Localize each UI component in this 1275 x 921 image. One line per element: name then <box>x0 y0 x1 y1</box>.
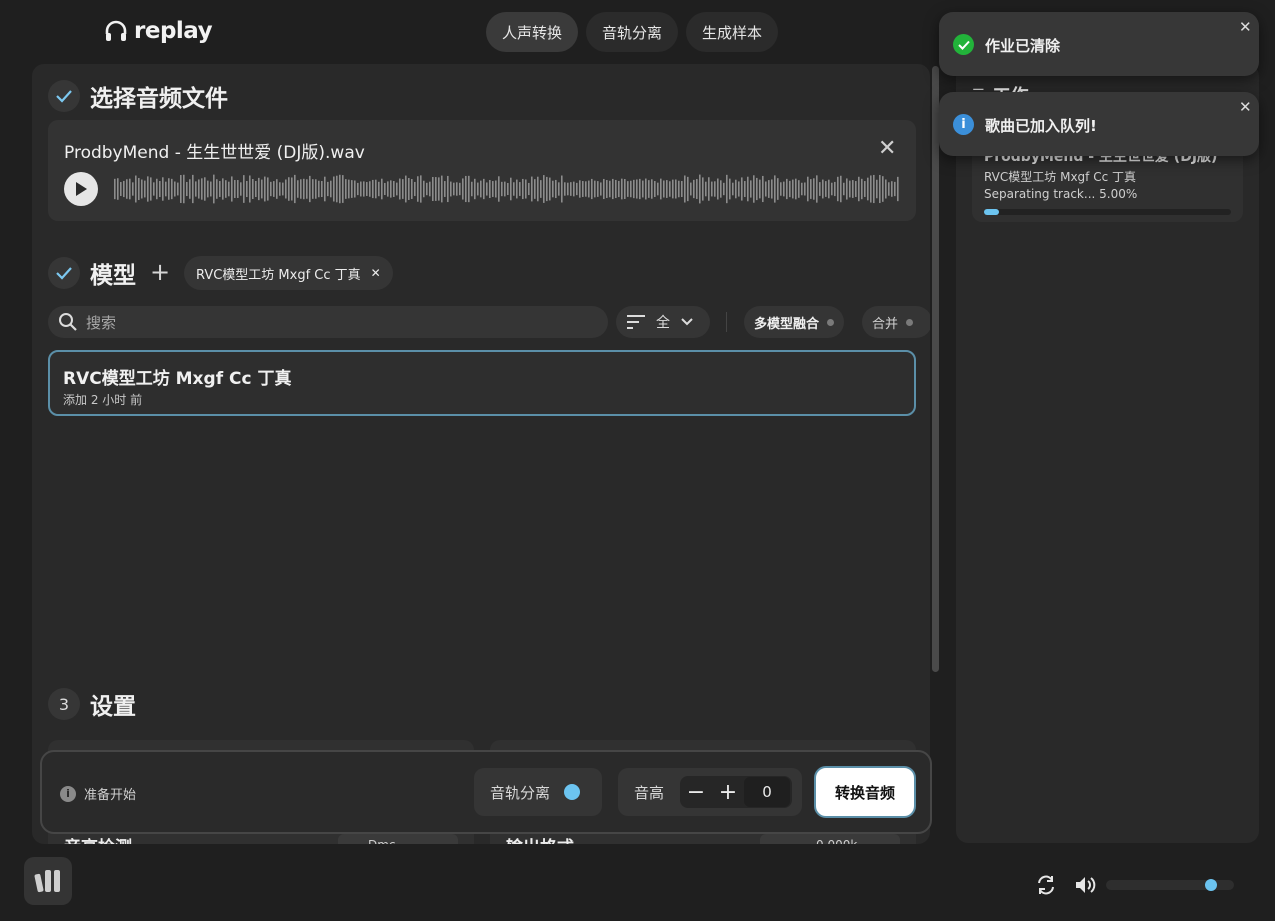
audio-waveform[interactable] <box>114 172 900 206</box>
jobs-panel: ☰ 工作 ProdbyMend - 生生世世爱 (DJ版) RVC模型工坊 Mx… <box>956 64 1259 843</box>
output-format-title: 输出格式 <box>506 833 574 844</box>
toast-info: i 歌曲已加入队列! ✕ <box>939 92 1259 156</box>
job-model: RVC模型工坊 Mxgf Cc 丁真 <box>984 170 1136 184</box>
blend-models-toggle[interactable]: 多模型融合 <box>744 306 845 338</box>
audio-file-card: ProdbyMend - 生生世世爱 (DJ版).wav ✕ <box>48 120 916 221</box>
selected-model-chip: RVC模型工坊 Mxgf Cc 丁真 ✕ <box>184 256 393 290</box>
pitch-increase-button[interactable]: + <box>712 780 744 805</box>
toast-success-text: 作业已清除 <box>985 37 1061 55</box>
pitch-stepper: − + 0 <box>680 776 793 808</box>
stem-toggle-label: 音轨分离 <box>490 783 551 802</box>
output-format-select[interactable]: 0.000k <box>760 834 900 844</box>
add-model-plus-icon[interactable]: + <box>150 258 170 286</box>
blend-label: 多模型融合 <box>754 316 820 332</box>
play-icon <box>76 182 87 196</box>
model-item-added: 添加 2 小时 前 <box>63 393 143 407</box>
settings-header: 3 设置 <box>48 687 136 721</box>
pitch-detection-select[interactable]: Dmc.. <box>338 834 458 844</box>
job-progress-fill <box>984 209 999 215</box>
toast-close-icon[interactable]: ✕ <box>1239 18 1252 36</box>
tab-voice-conversion[interactable]: 人声转换 <box>486 12 579 52</box>
merge-toggle[interactable]: 合并 <box>862 306 930 338</box>
check-icon <box>48 257 80 289</box>
action-bar: i 准备开始 音轨分离 音高 − + 0 转换音频 <box>40 750 932 834</box>
job-progress-bar <box>984 209 1231 215</box>
convert-audio-button[interactable]: 转换音频 <box>814 766 916 818</box>
remove-audio-close-icon[interactable]: ✕ <box>878 138 896 160</box>
search-placeholder: 搜索 <box>86 313 117 332</box>
toggle-on-dot <box>564 784 581 800</box>
app-logo: replay <box>104 18 213 44</box>
job-status: Separating track... 5.00% <box>984 187 1138 201</box>
search-icon <box>59 313 77 331</box>
merge-label: 合并 <box>872 316 899 332</box>
toast-close-icon[interactable]: ✕ <box>1239 98 1252 116</box>
check-icon <box>48 80 80 112</box>
pitch-label: 音高 <box>634 783 665 802</box>
model-search-input[interactable]: 搜索 <box>48 306 608 338</box>
models-header: 模型 <box>48 256 136 290</box>
models-title: 模型 <box>90 263 136 289</box>
status-text: 准备开始 <box>84 788 137 803</box>
headphones-icon <box>105 20 127 41</box>
library-button[interactable] <box>24 857 72 905</box>
toast-info-text: 歌曲已加入队列! <box>985 117 1097 135</box>
mode-tabs: 人声转换 音轨分离 生成样本 <box>486 12 779 52</box>
repeat-icon[interactable] <box>1035 874 1057 896</box>
chevron-down-icon <box>681 318 693 326</box>
logo-text: replay <box>134 18 213 44</box>
sort-label: 全 <box>656 315 670 331</box>
play-button[interactable] <box>64 172 98 206</box>
audio-file-name: ProdbyMend - 生生世世爱 (DJ版).wav <box>64 143 365 163</box>
status-indicator: i 准备开始 <box>60 784 136 803</box>
filter-divider <box>726 312 727 332</box>
main-scrollbar[interactable] <box>932 66 939 672</box>
pitch-value-input[interactable]: 0 <box>744 777 791 807</box>
info-circle-icon: i <box>953 114 974 135</box>
select-audio-title: 选择音频文件 <box>90 86 228 112</box>
remove-chip-close-icon[interactable]: ✕ <box>371 266 381 280</box>
selected-model-chip-label: RVC模型工坊 Mxgf Cc 丁真 <box>196 267 361 283</box>
model-list-item[interactable]: RVC模型工坊 Mxgf Cc 丁真 添加 2 小时 前 <box>48 350 916 416</box>
library-icon <box>34 870 60 893</box>
sort-filter-dropdown[interactable]: 全 <box>616 306 710 338</box>
pitch-detection-title: 音高检测 <box>64 833 132 844</box>
sort-icon <box>627 315 645 329</box>
settings-step-number: 3 <box>48 688 80 720</box>
stem-separation-toggle[interactable]: 音轨分离 <box>474 768 602 816</box>
volume-slider-handle[interactable] <box>1204 879 1217 891</box>
settings-title: 设置 <box>90 694 136 720</box>
select-audio-header: 选择音频文件 <box>48 79 228 113</box>
check-circle-icon <box>953 34 974 55</box>
pitch-decrease-button[interactable]: − <box>680 780 712 805</box>
tab-generate-samples[interactable]: 生成样本 <box>686 12 779 52</box>
pitch-control: 音高 − + 0 <box>618 768 802 816</box>
tab-stem-separation[interactable]: 音轨分离 <box>586 12 679 52</box>
toast-success: 作业已清除 ✕ <box>939 12 1259 76</box>
blend-status-dot <box>827 318 835 326</box>
model-item-name: RVC模型工坊 Mxgf Cc 丁真 <box>63 369 292 389</box>
info-icon: i <box>60 785 76 802</box>
volume-icon[interactable] <box>1074 874 1098 896</box>
main-panel: 选择音频文件 ProdbyMend - 生生世世爱 (DJ版).wav ✕ 模型… <box>32 64 930 844</box>
merge-status-dot <box>906 318 914 326</box>
